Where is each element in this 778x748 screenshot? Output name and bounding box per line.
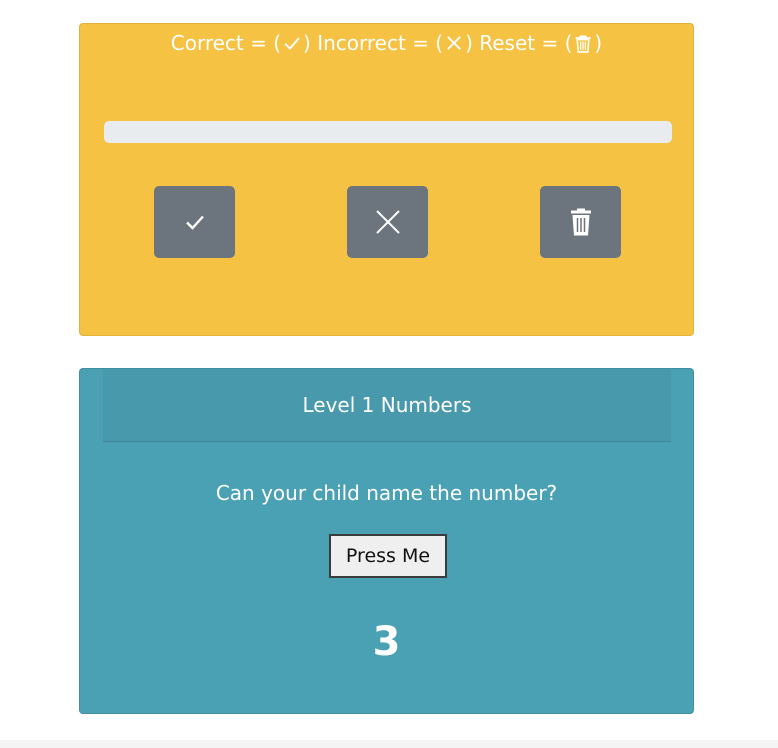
level-title: Level 1 Numbers xyxy=(103,369,671,442)
question-text: Can your child name the number? xyxy=(215,481,558,505)
incorrect-button[interactable] xyxy=(347,186,428,258)
level-card: Level 1 Numbers Can your child name the … xyxy=(79,368,694,714)
reset-button[interactable] xyxy=(540,186,621,258)
score-card: Correct = ( ) Incorrect = ( ) Reset = () xyxy=(79,23,694,336)
x-icon xyxy=(375,210,400,234)
check-icon xyxy=(284,37,300,50)
legend-incorrect-label: ) Incorrect = ( xyxy=(303,31,444,55)
press-me-button[interactable]: Press Me xyxy=(329,534,447,578)
legend: Correct = ( ) Incorrect = ( ) Reset = () xyxy=(80,31,693,55)
trash-icon xyxy=(575,35,591,53)
trash-icon xyxy=(570,208,591,236)
x-icon xyxy=(447,36,461,50)
legend-end-paren: ) xyxy=(594,31,603,55)
number-display: 3 xyxy=(372,619,401,665)
legend-reset-label: ) Reset = ( xyxy=(465,31,573,55)
correct-button[interactable] xyxy=(154,186,235,258)
page-bottom-strip xyxy=(0,740,778,748)
legend-correct-label: Correct = ( xyxy=(170,31,282,55)
check-icon xyxy=(185,215,204,230)
progress-bar xyxy=(104,121,672,143)
